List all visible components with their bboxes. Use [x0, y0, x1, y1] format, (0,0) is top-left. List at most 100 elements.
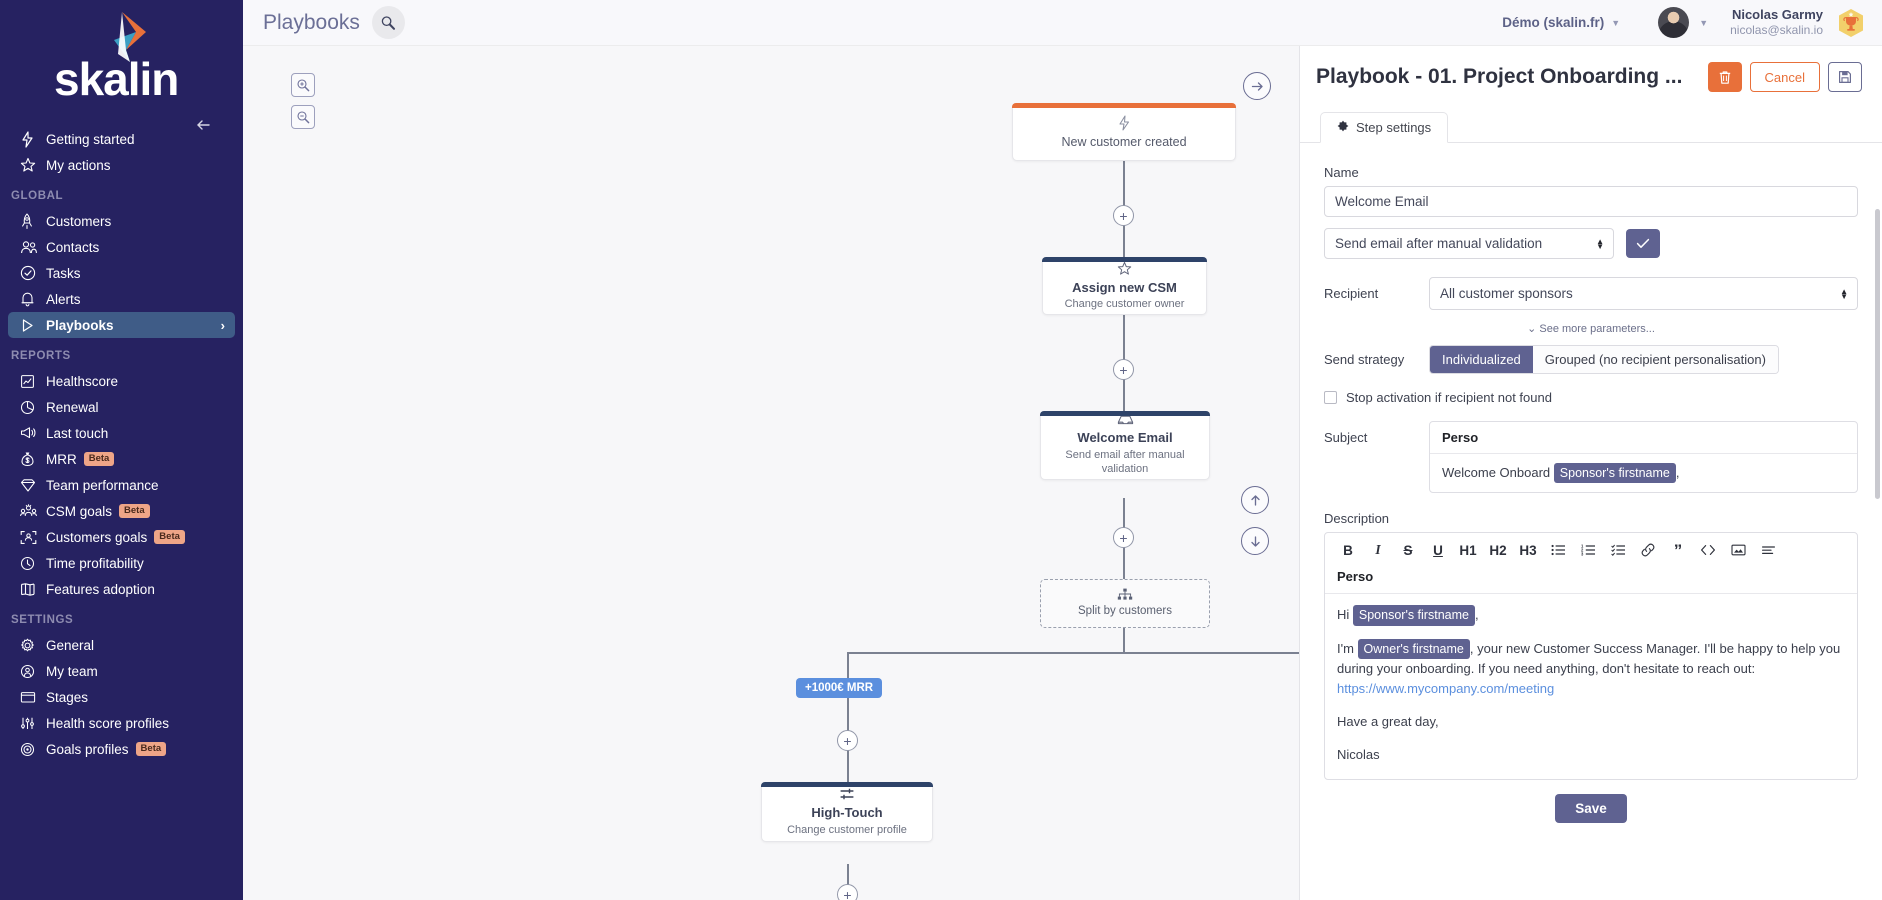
panel-scrollbar[interactable]	[1875, 209, 1880, 499]
sidebar-item-mrr[interactable]: MRR Beta	[8, 446, 235, 472]
meeting-link[interactable]: https://www.mycompany.com/meeting	[1337, 681, 1554, 696]
brand-logo[interactable]: skalin	[0, 4, 243, 126]
add-step-button[interactable]: +	[1113, 205, 1134, 226]
sidebar-item-getting-started[interactable]: Getting started	[8, 126, 235, 152]
sidebar-item-my-team[interactable]: My team	[8, 658, 235, 684]
flow-node-assign-new-csm[interactable]: Assign new CSM Change customer owner	[1042, 257, 1207, 315]
strategy-option-grouped[interactable]: Grouped (no recipient personalisation)	[1533, 346, 1778, 373]
branch-label-left[interactable]: +1000€ MRR	[796, 678, 882, 698]
sidebar-item-goals-profiles[interactable]: Goals profiles Beta	[8, 736, 235, 762]
code-icon[interactable]	[1693, 539, 1723, 561]
user-name: Nicolas Garmy	[1730, 7, 1823, 23]
link-icon[interactable]	[1633, 539, 1663, 561]
recipient-label: Recipient	[1324, 286, 1429, 301]
add-step-button[interactable]: +	[1113, 359, 1134, 380]
connector	[847, 652, 1299, 654]
subject-value[interactable]: Welcome Onboard Sponsor's firstname,	[1430, 454, 1857, 492]
image-icon[interactable]	[1723, 539, 1753, 561]
playbook-canvas[interactable]: New customer created + Assign new CSM Ch…	[243, 46, 1299, 900]
money-bag-icon	[20, 451, 46, 467]
add-step-button[interactable]: +	[837, 884, 858, 900]
sidebar-item-customers-goals[interactable]: Customers goals Beta	[8, 524, 235, 550]
heading3-button[interactable]: H3	[1513, 539, 1543, 561]
ordered-list-icon[interactable]: 123	[1573, 539, 1603, 561]
org-label: Démo (skalin.fr)	[1502, 15, 1604, 30]
task-list-icon[interactable]	[1603, 539, 1633, 561]
heading2-button[interactable]: H2	[1483, 539, 1513, 561]
avatar-chevron-down-icon[interactable]: ▼	[1699, 18, 1708, 28]
bell-icon	[20, 291, 46, 308]
flow-node-split-by-customers[interactable]: Split by customers	[1040, 579, 1210, 628]
strikethrough-button[interactable]: S	[1393, 539, 1423, 561]
top-bar: Playbooks Démo (skalin.fr) ▼ ▼ Nicolas G…	[243, 0, 1882, 46]
confirm-action-button[interactable]	[1626, 229, 1660, 258]
nav-right-button[interactable]	[1243, 72, 1271, 100]
sidebar-item-team-performance[interactable]: Team performance	[8, 472, 235, 498]
sidebar-item-last-touch[interactable]: Last touch	[8, 420, 235, 446]
zoom-in-icon[interactable]	[291, 73, 315, 97]
italic-button[interactable]: I	[1363, 539, 1393, 561]
beta-badge: Beta	[119, 504, 150, 518]
recipient-select[interactable]: All customer sponsors ▲▼	[1429, 277, 1858, 310]
owner-firstname-token[interactable]: Owner's firstname	[1358, 639, 1470, 659]
chart-line-icon	[20, 374, 46, 389]
heading1-button[interactable]: H1	[1453, 539, 1483, 561]
subject-perso-header: Perso	[1430, 422, 1857, 454]
quote-icon[interactable]: ”	[1663, 539, 1693, 561]
nav-down-button[interactable]	[1241, 527, 1269, 555]
sidebar-item-my-actions[interactable]: My actions	[8, 152, 235, 178]
sidebar-item-customers[interactable]: Customers	[8, 208, 235, 234]
sidebar-item-healthscore[interactable]: Healthscore	[8, 368, 235, 394]
strategy-option-individualized[interactable]: Individualized	[1430, 346, 1533, 373]
name-input[interactable]	[1324, 186, 1858, 217]
flow-node-welcome-email[interactable]: Welcome Email Send email after manual va…	[1040, 411, 1210, 480]
node-title: Split by customers	[1078, 605, 1172, 619]
sponsor-firstname-token[interactable]: Sponsor's firstname	[1353, 605, 1475, 625]
chevron-down-icon: ▼	[1611, 18, 1620, 28]
user-info[interactable]: Nicolas Garmy nicolas@skalin.io	[1730, 7, 1823, 38]
description-editor[interactable]: B I S U H1 H2 H3 123	[1324, 532, 1858, 780]
org-selector[interactable]: Démo (skalin.fr) ▼	[1502, 15, 1620, 30]
description-content[interactable]: Hi Sponsor's firstname, I'm Owner's firs…	[1325, 594, 1857, 779]
sidebar-item-csm-goals[interactable]: CSM goals Beta	[8, 498, 235, 524]
bullet-list-icon[interactable]	[1543, 539, 1573, 561]
sidebar-item-label: General	[46, 638, 94, 653]
sidebar-item-label: My team	[46, 664, 98, 679]
nav-up-button[interactable]	[1241, 486, 1269, 514]
flow-node-high-touch[interactable]: High-Touch Change customer profile	[761, 782, 933, 842]
node-accent	[1042, 257, 1207, 262]
save-button[interactable]: Save	[1555, 794, 1627, 823]
subject-token[interactable]: Sponsor's firstname	[1554, 463, 1676, 483]
add-step-button[interactable]: +	[1113, 527, 1134, 548]
cancel-button[interactable]: Cancel	[1750, 62, 1820, 92]
sidebar-item-playbooks[interactable]: Playbooks ›	[8, 312, 235, 338]
sidebar-item-health-score-profiles[interactable]: Health score profiles	[8, 710, 235, 736]
sidebar-item-time-profitability[interactable]: Time profitability	[8, 550, 235, 576]
sidebar-item-renewal[interactable]: Renewal	[8, 394, 235, 420]
user-circle-icon	[20, 664, 46, 679]
action-select[interactable]: Send email after manual validation ▲▼	[1324, 228, 1614, 259]
trash-icon[interactable]	[1708, 62, 1742, 92]
chevron-updown-icon: ▲▼	[1596, 239, 1604, 249]
save-icon[interactable]	[1828, 62, 1862, 92]
sidebar-item-alerts[interactable]: Alerts	[8, 286, 235, 312]
add-step-button[interactable]: +	[837, 730, 858, 751]
flow-node-trigger[interactable]: New customer created	[1012, 103, 1236, 161]
stop-activation-checkbox[interactable]	[1324, 391, 1337, 404]
see-more-parameters-link[interactable]: ⌄ See more parameters...	[1324, 322, 1858, 335]
clear-format-icon[interactable]	[1753, 539, 1783, 561]
search-icon[interactable]	[372, 6, 405, 39]
sidebar-item-tasks[interactable]: Tasks	[8, 260, 235, 286]
zoom-out-icon[interactable]	[291, 105, 315, 129]
sidebar-item-general[interactable]: General	[8, 632, 235, 658]
sidebar-item-label: Tasks	[46, 266, 81, 281]
sidebar-item-stages[interactable]: Stages	[8, 684, 235, 710]
trophy-icon[interactable]	[1836, 8, 1866, 38]
sidebar-item-contacts[interactable]: Contacts	[8, 234, 235, 260]
avatar[interactable]	[1658, 7, 1689, 38]
tab-step-settings[interactable]: Step settings	[1320, 112, 1448, 143]
sidebar-item-features-adoption[interactable]: Features adoption	[8, 576, 235, 602]
subject-box[interactable]: Perso Welcome Onboard Sponsor's firstnam…	[1429, 421, 1858, 493]
bold-button[interactable]: B	[1333, 539, 1363, 561]
underline-button[interactable]: U	[1423, 539, 1453, 561]
